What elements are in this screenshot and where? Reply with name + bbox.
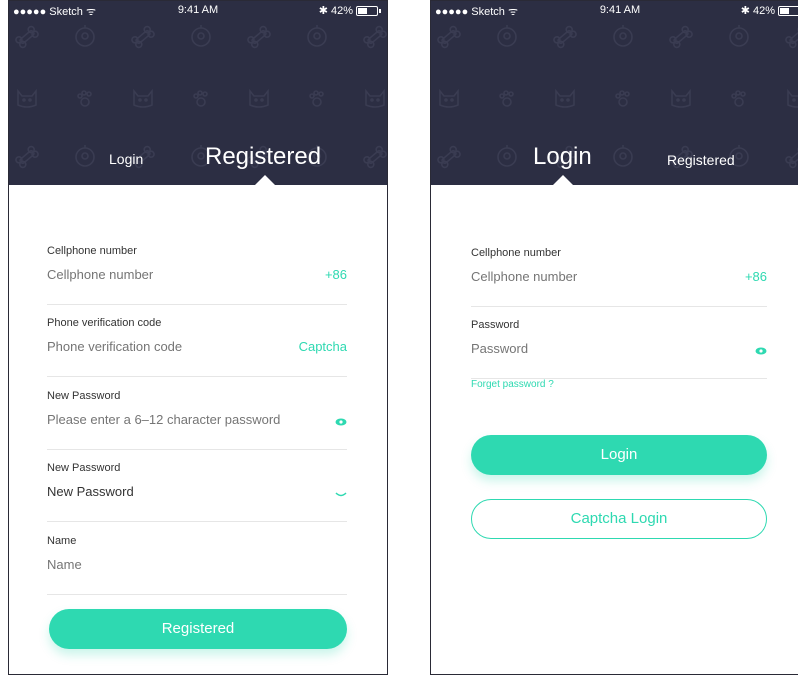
paw-pattern-icon — [499, 90, 514, 107]
password-label: Password — [471, 319, 520, 331]
tab-login[interactable]: Login — [533, 143, 592, 171]
name-field: Name — [47, 535, 347, 595]
bone-pattern-icon — [247, 25, 271, 49]
phone-field: Cellphone number +86 — [471, 247, 767, 307]
bone-pattern-icon — [785, 25, 798, 49]
header: ●●●●● Sketch ᯤ 9:41 AM ✱ 42% Login Regis… — [431, 1, 798, 185]
bone-pattern-icon — [553, 25, 577, 49]
tag-pattern-icon — [75, 25, 95, 47]
phone-input[interactable] — [47, 267, 287, 282]
confirm-password-field: New Password New Password — [47, 462, 347, 522]
eye-closed-icon[interactable] — [335, 486, 347, 504]
login-button[interactable]: Login — [471, 435, 767, 475]
cat-pattern-icon — [249, 88, 269, 108]
tag-pattern-icon — [191, 25, 211, 47]
battery-icon — [778, 5, 798, 16]
battery-group: ✱ 42% — [741, 4, 798, 17]
verification-code-input[interactable] — [47, 339, 287, 354]
cat-pattern-icon — [439, 88, 459, 108]
bone-pattern-icon — [15, 25, 39, 49]
name-input[interactable] — [47, 557, 287, 572]
cat-pattern-icon — [133, 88, 153, 108]
cat-pattern-icon — [365, 88, 385, 108]
password-field: Password — [471, 319, 767, 379]
new-password-input[interactable] — [47, 412, 317, 427]
cat-pattern-icon — [555, 88, 575, 108]
country-code[interactable]: +86 — [325, 267, 347, 282]
bone-pattern-icon — [15, 145, 39, 169]
battery-icon — [356, 5, 378, 16]
phone-label: Cellphone number — [471, 247, 561, 259]
status-bar: ●●●●● Sketch ᯤ 9:41 AM ✱ 42% — [9, 1, 387, 21]
registered-button[interactable]: Registered — [49, 609, 347, 649]
tag-pattern-icon — [613, 145, 633, 167]
pattern-background — [15, 25, 387, 169]
forgot-password-link[interactable]: Forget password ? — [471, 379, 554, 390]
confirm-password-label: New Password — [47, 462, 121, 474]
pattern-background — [437, 25, 798, 169]
bluetooth-icon: ✱ — [318, 5, 328, 17]
country-code[interactable]: +86 — [745, 269, 767, 284]
tag-pattern-icon — [613, 25, 633, 47]
battery-percent: 42% — [752, 4, 775, 17]
new-password-field: New Password — [47, 390, 347, 450]
paw-pattern-icon — [731, 90, 746, 107]
phone-field: Cellphone number +86 — [47, 245, 347, 305]
tag-pattern-icon — [307, 25, 327, 47]
bone-pattern-icon — [131, 25, 155, 49]
bone-pattern-icon — [437, 25, 461, 49]
tag-pattern-icon — [75, 145, 95, 167]
paw-pattern-icon — [77, 90, 92, 107]
name-label: Name — [47, 535, 77, 547]
bluetooth-icon: ✱ — [740, 5, 750, 17]
tab-login[interactable]: Login — [109, 151, 143, 167]
active-tab-caret — [255, 175, 275, 185]
eye-icon[interactable] — [755, 343, 767, 361]
bone-pattern-icon — [363, 145, 387, 169]
tab-registered[interactable]: Registered — [205, 143, 321, 171]
bone-pattern-icon — [437, 145, 461, 169]
cat-pattern-icon — [671, 88, 691, 108]
tab-registered[interactable]: Registered — [667, 152, 735, 168]
verification-code-label: Phone verification code — [47, 317, 162, 329]
paw-pattern-icon — [309, 90, 324, 107]
register-screen: ●●●●● Sketch ᯤ 9:41 AM ✱ 42% Login Regis… — [8, 0, 388, 675]
bone-pattern-icon — [363, 25, 387, 49]
password-input[interactable] — [471, 341, 711, 356]
login-screen: ●●●●● Sketch ᯤ 9:41 AM ✱ 42% Login Regis… — [430, 0, 798, 675]
cat-pattern-icon — [17, 88, 37, 108]
cat-pattern-icon — [787, 88, 798, 108]
phone-label: Cellphone number — [47, 245, 137, 257]
tag-pattern-icon — [729, 25, 749, 47]
battery-percent: 42% — [330, 4, 353, 17]
paw-pattern-icon — [193, 90, 208, 107]
confirm-password-value[interactable]: New Password — [47, 484, 287, 499]
battery-group: ✱ 42% — [319, 4, 381, 17]
status-bar: ●●●●● Sketch ᯤ 9:41 AM ✱ 42% — [431, 1, 798, 21]
eye-icon[interactable] — [335, 414, 347, 432]
captcha-button[interactable]: Captcha — [299, 339, 347, 354]
tag-pattern-icon — [497, 145, 517, 167]
bone-pattern-icon — [785, 145, 798, 169]
header: ●●●●● Sketch ᯤ 9:41 AM ✱ 42% Login Regis… — [9, 1, 387, 185]
paw-pattern-icon — [615, 90, 630, 107]
new-password-label: New Password — [47, 390, 121, 402]
bone-pattern-icon — [669, 25, 693, 49]
phone-input[interactable] — [471, 269, 711, 284]
captcha-login-button[interactable]: Captcha Login — [471, 499, 767, 539]
verification-code-field: Phone verification code Captcha — [47, 317, 347, 377]
active-tab-caret — [553, 175, 573, 185]
tag-pattern-icon — [497, 25, 517, 47]
